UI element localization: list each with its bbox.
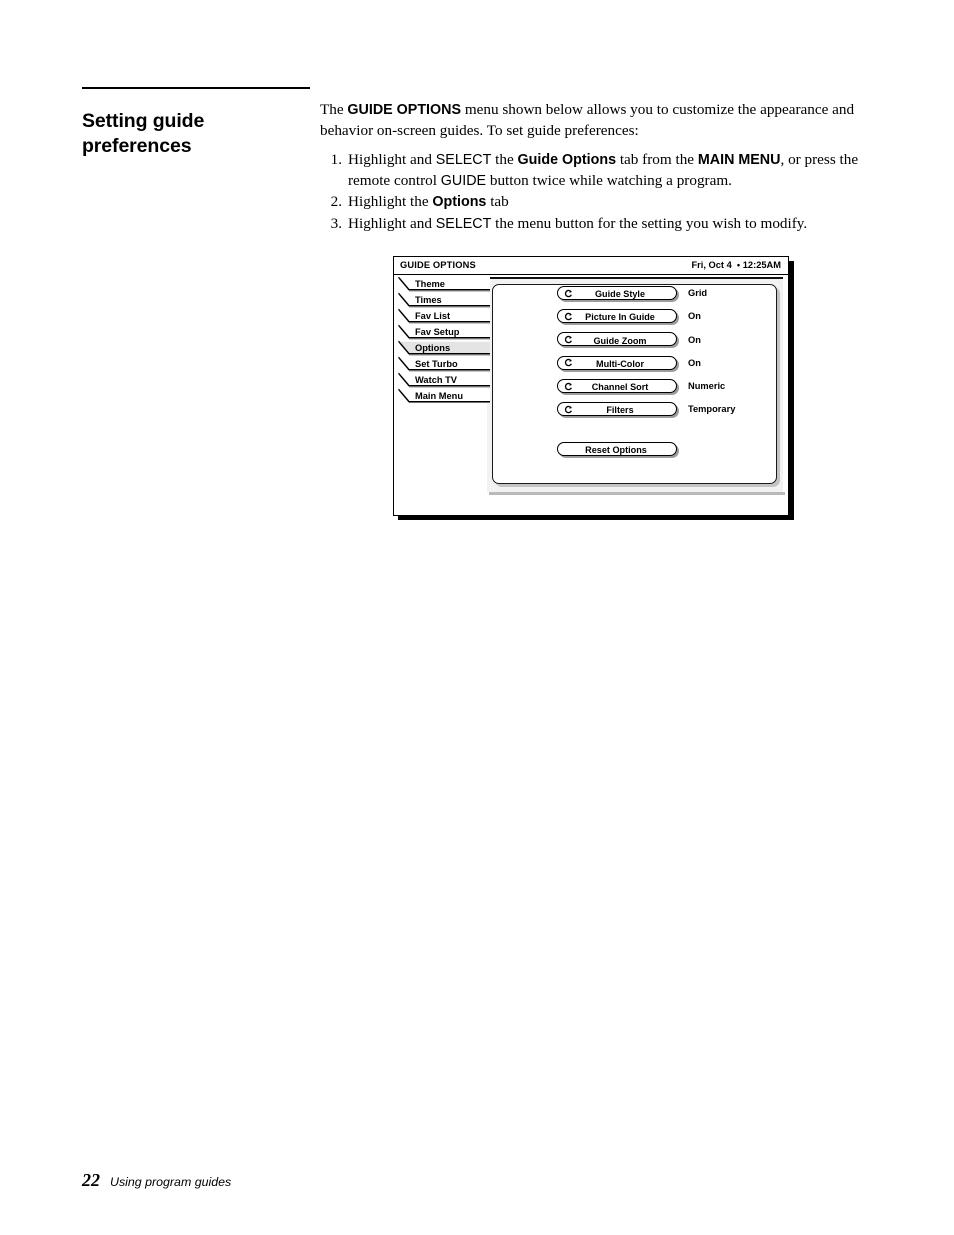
intro-paragraph: The GUIDE OPTIONS menu shown below allow… (320, 100, 890, 141)
sidebar-tab-times[interactable]: Times (398, 292, 490, 308)
heading-rule (82, 87, 310, 89)
option-row: Picture In Guide On (493, 308, 778, 331)
reset-options-row: Reset Options (493, 441, 778, 461)
option-button-guide-style[interactable]: Guide Style (557, 286, 677, 300)
reset-options-button[interactable]: Reset Options (557, 442, 677, 456)
cycle-icon (564, 312, 572, 321)
sidebar-tab-fav-list[interactable]: Fav List (398, 308, 490, 324)
tab-label: Fav List (415, 311, 451, 322)
footer-page-number: 22 (82, 1170, 100, 1190)
option-value: Grid (688, 288, 708, 299)
step-text-fragment: SELECT (435, 215, 492, 232)
step-number: 2. (330, 193, 342, 210)
step-text-fragment: GUIDE (440, 172, 487, 189)
step-text-fragment: the menu button for the setting you wish… (491, 214, 808, 232)
body-column: The GUIDE OPTIONS menu shown below allow… (320, 100, 890, 235)
tab-column: Theme Times Fav List Fav Setup Options Set Tu… (398, 277, 490, 405)
option-row: Multi-Color On (493, 355, 778, 378)
option-button-label: Picture In Guide (585, 312, 655, 323)
cycle-icon (564, 359, 572, 367)
cycle-icon (564, 289, 572, 298)
options-panel-shadow (489, 492, 785, 495)
step-text-fragment: Highlight and (348, 214, 436, 232)
step-text-fragment: MAIN MENU (697, 152, 781, 168)
intro-prefix: The (320, 101, 348, 118)
page-title-line1: Setting guide (82, 110, 205, 133)
step-item: 3. Highlight and SELECT the menu button f… (320, 214, 890, 235)
tab-shape (398, 292, 490, 308)
tab-label: Fav Setup (415, 327, 460, 338)
cycle-icon (564, 336, 572, 344)
sidebar-tab-options[interactable]: Options (398, 340, 490, 356)
step-text-fragment: tab (486, 193, 509, 210)
tab-label: Options (415, 343, 451, 354)
tab-label: Set Turbo (415, 359, 458, 370)
tv-frame: GUIDE OPTIONS Fri, Oct 4 • 12:25AM Theme… (393, 256, 789, 516)
step-text-fragment: SELECT (435, 152, 492, 168)
tab-label: Watch TV (415, 375, 458, 386)
step-number: 1. (330, 151, 342, 168)
step-text-fragment: the (491, 151, 518, 168)
tab-label: Times (415, 295, 442, 306)
tv-header-title: GUIDE OPTIONS (400, 260, 476, 270)
option-button-label: Guide Style (594, 289, 646, 300)
option-row: Filters Temporary (493, 401, 778, 424)
step-text-fragment: Highlight the (348, 193, 433, 210)
option-row: Guide Zoom On (493, 331, 778, 354)
option-value: Numeric (688, 380, 726, 391)
option-button-picture-in-guide[interactable]: Picture In Guide (557, 309, 677, 324)
option-button-label: Multi-Color (596, 358, 644, 369)
option-button-guide-zoom[interactable]: Guide Zoom (557, 332, 677, 347)
option-rows: Guide Style Grid Picture In Guide On Guide Z… (493, 285, 778, 424)
footer-section-title: Using program guides (110, 1175, 232, 1189)
tab-label: Theme (415, 279, 445, 290)
page-footer: 22 Using program guides (82, 1170, 231, 1191)
step-text-fragment: button twice while watching a program. (486, 171, 732, 189)
option-value: On (688, 311, 701, 322)
tv-header-bar: GUIDE OPTIONS Fri, Oct 4 • 12:25AM (394, 257, 788, 275)
tab-label: Main Menu (415, 391, 464, 402)
cycle-icon (564, 405, 572, 413)
step-number: 3. (330, 214, 342, 232)
option-value: Temporary (688, 404, 736, 415)
page-title-line2: preferences (82, 135, 192, 158)
step-text-fragment: Guide Options (517, 152, 617, 168)
reset-options-label: Reset Options (585, 445, 647, 456)
sidebar-tab-set-turbo[interactable]: Set Turbo (398, 356, 490, 372)
option-button-label: Filters (606, 405, 634, 416)
sidebar-tab-fav-setup[interactable]: Fav Setup (398, 324, 490, 340)
option-row: Channel Sort Numeric (493, 378, 778, 401)
steps-list: 1. Highlight and SELECT the Guide Options… (320, 150, 890, 234)
option-button-channel-sort[interactable]: Channel Sort (557, 378, 677, 393)
option-button-multi-color[interactable]: Multi-Color (557, 355, 677, 370)
option-button-filters[interactable]: Filters (557, 401, 677, 416)
sidebar-tab-watch-tv[interactable]: Watch TV (398, 372, 490, 388)
option-button-label: Guide Zoom (593, 335, 647, 346)
cycle-icon (564, 382, 572, 390)
page-title: Setting guide preferences (82, 109, 317, 159)
step-text-fragment: Highlight and (348, 151, 436, 168)
tv-screen-figure: GUIDE OPTIONS Fri, Oct 4 • 12:25AM Theme… (393, 256, 794, 520)
step-text-fragment: Options (432, 194, 487, 210)
intro-bold-term: GUIDE OPTIONS (347, 102, 462, 118)
option-button-label: Channel Sort (591, 381, 649, 392)
step-item: 2. Highlight the Options tab (320, 192, 890, 213)
options-card: Guide Style Grid Picture In Guide On Guide Z… (492, 284, 777, 484)
sidebar-tab-main-menu[interactable]: Main Menu (398, 388, 490, 404)
option-value: On (688, 334, 701, 345)
step-text-fragment: tab from the (616, 151, 698, 168)
option-row: Guide Style Grid (493, 285, 778, 308)
tv-header-clock: Fri, Oct 4 • 12:25AM (691, 260, 781, 270)
option-value: On (688, 357, 701, 368)
tv-frame-shadow-right (789, 261, 794, 520)
step-item: 1. Highlight and SELECT the Guide Options… (320, 150, 890, 191)
sidebar-tab-theme[interactable]: Theme (398, 277, 490, 292)
